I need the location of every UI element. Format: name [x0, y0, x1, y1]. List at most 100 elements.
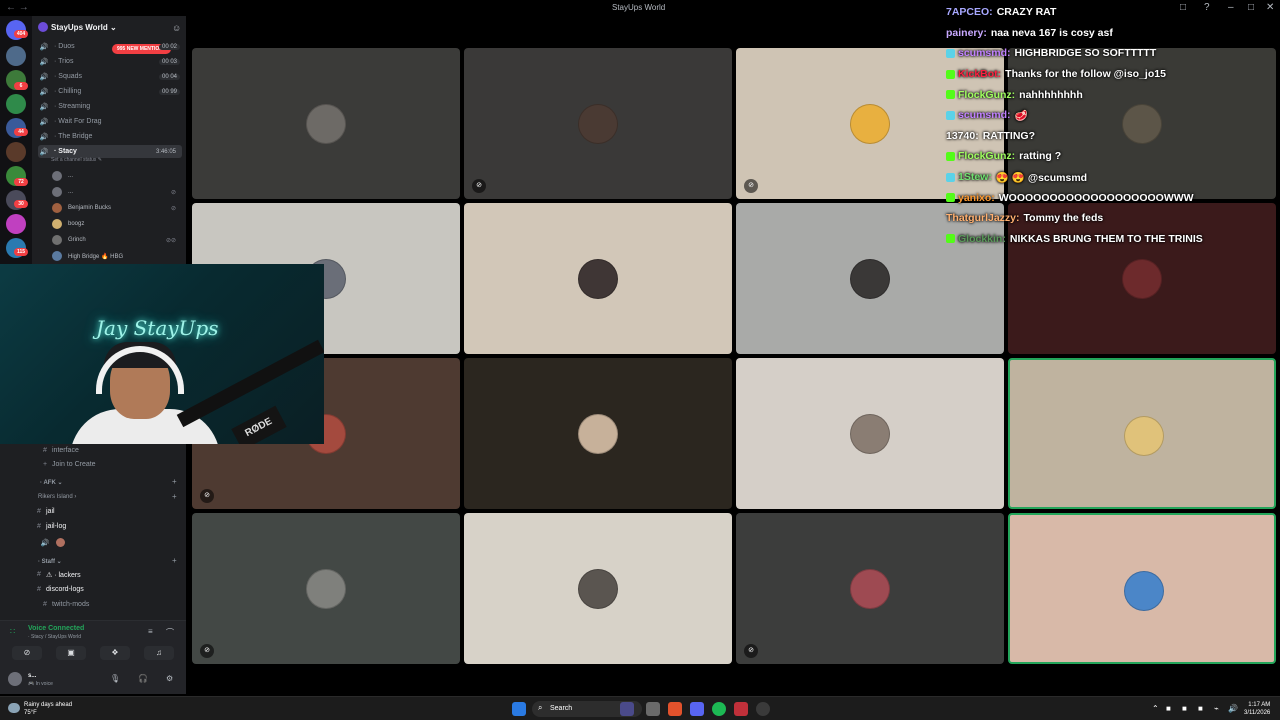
channel-status[interactable]: Set a channel status ✎ [51, 157, 102, 163]
obs-icon[interactable] [756, 702, 770, 716]
channel-join-to-create[interactable]: + Join to Create [38, 458, 96, 471]
start-menu-icon[interactable] [512, 702, 526, 716]
category-afk[interactable]: · AFK ⌄ [40, 479, 62, 486]
voice-user[interactable]: boogz [52, 217, 178, 231]
category-rikers-island[interactable]: Rikers Island › [38, 494, 76, 500]
avatar [850, 104, 890, 144]
system-clock[interactable]: 1:17 AM 3/11/2026 [1244, 701, 1270, 717]
voice-user[interactable]: Grinch ⊘⊘ [52, 233, 178, 247]
channel-twitch-mods[interactable]: # twitch-mods [38, 598, 89, 611]
chat-text: CRAZY RAT [996, 6, 1057, 19]
channel-jail-log[interactable]: # jail-log [32, 520, 66, 533]
signal-icon[interactable]: ∷ [10, 627, 15, 636]
tray-app-icon[interactable]: ■ [1166, 704, 1171, 713]
chat-badge-icon [946, 110, 955, 120]
file-explorer-icon[interactable] [646, 702, 660, 716]
microphone-brand: RØDE [231, 405, 287, 444]
server-icon[interactable] [6, 142, 26, 162]
avatar [578, 414, 618, 454]
add-channel-icon[interactable]: + [172, 477, 177, 486]
noise-suppression-icon[interactable]: ≡ [148, 627, 153, 636]
channel-jail[interactable]: # jail [32, 505, 55, 518]
weather-forecast: Rainy days ahead [24, 702, 73, 708]
brave-browser-icon[interactable] [668, 702, 682, 716]
disconnect-icon[interactable]: ⌒ [166, 627, 174, 638]
voice-user[interactable]: High Bridge 🔥 HBG [52, 249, 178, 263]
soundboard-button[interactable]: ♫ [144, 646, 174, 660]
chat-text: RATTING? [982, 129, 1035, 142]
server-icon[interactable] [6, 214, 26, 234]
speaker-icon: 🔊 [39, 43, 49, 51]
activities-button[interactable]: ❖ [100, 646, 130, 660]
settings-gear-icon[interactable]: ⚙ [166, 674, 173, 683]
category-staff[interactable]: · Staff ⌄ [38, 558, 62, 565]
voice-channel-squads[interactable]: 🔊 · Squads 00 04 [38, 70, 182, 83]
chat-username: FlockGunz: [958, 88, 1016, 101]
participant-video-tile[interactable]: ⊘ [736, 513, 1004, 664]
speaker-icon: 🔊 [40, 539, 50, 547]
voice-channel-trios[interactable]: 🔊 · Trios 00 03 [38, 55, 182, 68]
voice-channel-wait-for-drag[interactable]: 🔊 · Wait For Drag [38, 115, 182, 128]
spotify-icon[interactable] [712, 702, 726, 716]
participant-video-tile[interactable] [464, 513, 732, 664]
copilot-icon[interactable] [620, 702, 634, 716]
channel-lackers[interactable]: # ⚠ · lackers [32, 568, 81, 581]
add-channel-icon[interactable]: + [172, 492, 177, 501]
chat-username: yanixo: [958, 191, 995, 204]
user-name[interactable]: s... [28, 673, 36, 679]
add-channel-icon[interactable]: + [172, 556, 177, 565]
camera-button[interactable]: ⊘ [12, 646, 42, 660]
chat-username: scumsmd: [958, 47, 1011, 60]
participant-video-tile[interactable] [1008, 358, 1276, 509]
participant-video-tile[interactable] [192, 48, 460, 199]
discord-icon[interactable] [690, 702, 704, 716]
voice-channel-unnamed[interactable]: 🔊 [38, 536, 65, 549]
back-forward-icon[interactable]: ← → [6, 2, 29, 13]
voice-user[interactable]: Benjamin Bucks ⊘ [52, 201, 178, 215]
tray-overflow-icon[interactable]: ⌃ [1152, 704, 1159, 713]
voice-user[interactable]: ... [52, 169, 178, 183]
chat-message: KickBot: Thanks for the follow @iso_jo15 [946, 64, 1276, 85]
voice-user[interactable]: ... ⊘ [52, 185, 178, 199]
channel-label: · Streaming [54, 103, 91, 110]
tray-app-icon[interactable]: ■ [1182, 704, 1187, 713]
muted-mic-icon: ⊘ [200, 644, 214, 658]
headphones-icon[interactable]: 🎧 [138, 674, 148, 683]
voice-channel-streaming[interactable]: 🔊 · Streaming [38, 100, 182, 113]
channel-discord-logs[interactable]: # discord-logs [32, 583, 84, 596]
participant-video-tile[interactable] [736, 358, 1004, 509]
server-name[interactable]: StayUps World ⌄ [51, 23, 117, 32]
hash-icon: # [43, 601, 47, 608]
participant-video-tile[interactable]: ⊘ [464, 48, 732, 199]
network-icon[interactable]: ⌁ [1214, 704, 1219, 713]
speaker-icon: 🔊 [39, 148, 49, 156]
chat-text: Thanks for the follow @iso_jo15 [1005, 68, 1166, 81]
voice-channel-duos[interactable]: 🔊 · Duos 00 02 [38, 40, 182, 53]
weather-icon[interactable] [8, 703, 20, 713]
muted-mic-icon: ⊘ [472, 179, 486, 193]
channel-label: ⚠ · lackers [46, 571, 81, 579]
chat-badge-icon [946, 48, 955, 58]
tray-app-icon[interactable]: ■ [1198, 704, 1203, 713]
avatar[interactable] [8, 672, 22, 686]
participant-video-tile[interactable] [464, 358, 732, 509]
server-icon[interactable] [6, 94, 26, 114]
microphone-icon[interactable]: 🎙 [110, 674, 120, 683]
server-icon[interactable] [6, 46, 26, 66]
chat-message: ThatgurlJazzy: Tommy the feds [946, 208, 1276, 229]
voice-channel-the-bridge[interactable]: 🔊 · The Bridge [38, 130, 182, 143]
avatar [850, 569, 890, 609]
mention-badge: 72 [14, 178, 28, 186]
adobe-icon[interactable] [734, 702, 748, 716]
voice-channel-chilling[interactable]: 🔊 · Chilling 00 99 [38, 85, 182, 98]
participant-video-tile[interactable] [464, 203, 732, 354]
channel-interface[interactable]: # interface [38, 444, 79, 457]
channel-label: · Stacy [54, 148, 77, 155]
voice-connected-title[interactable]: Voice Connected [28, 625, 84, 632]
invite-icon[interactable]: ☺ [172, 23, 181, 33]
screen-share-button[interactable]: ▣ [56, 646, 86, 660]
participant-video-tile[interactable] [1008, 513, 1276, 664]
participant-video-tile[interactable]: ⊘ [192, 513, 460, 664]
weather-widget[interactable]: Rainy days ahead 75°F [24, 701, 72, 717]
volume-icon[interactable]: 🔊 [1228, 704, 1238, 713]
